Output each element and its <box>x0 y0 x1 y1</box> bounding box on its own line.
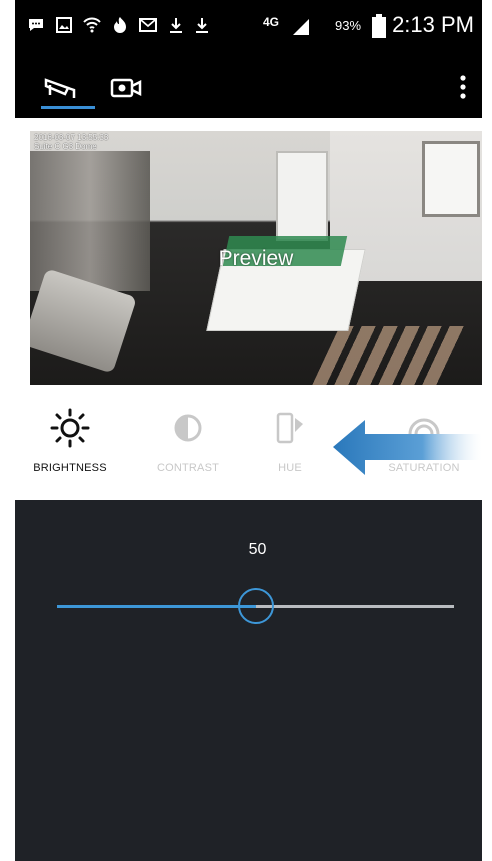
tab-active-indicator <box>41 106 95 109</box>
slider-track-fill <box>57 605 256 608</box>
preview-stamp: 2016-03-07 13:55:33 Suite C G3 Dome <box>34 133 108 151</box>
status-bar: 4G 93% 2:13 PM <box>15 0 482 56</box>
contrast-icon <box>174 414 202 442</box>
option-brightness-label: BRIGHTNESS <box>33 462 107 474</box>
camera-preview: 2016-03-07 13:55:33 Suite C G3 Dome Prev… <box>30 131 482 385</box>
preview-label: Preview <box>218 247 294 270</box>
option-brightness[interactable]: BRIGHTNESS <box>15 408 125 474</box>
network-type: 4G <box>263 15 280 29</box>
pointer-arrow-icon <box>333 420 482 475</box>
battery-icon <box>372 14 386 38</box>
slider-thumb[interactable] <box>237 588 274 624</box>
option-contrast-label: CONTRAST <box>156 462 220 474</box>
signal-icon <box>293 19 309 35</box>
overflow-menu-icon[interactable] <box>455 72 471 102</box>
clock: 2:13 PM <box>392 12 474 37</box>
preview-timestamp: 2016-03-07 13:55:33 <box>34 133 109 142</box>
slider-value: 50 <box>248 541 267 558</box>
sun-icon <box>50 408 90 448</box>
option-hue-label: HUE <box>278 462 302 474</box>
slider-panel: 50 <box>15 500 482 861</box>
gallery-icon <box>56 17 72 33</box>
preview-camera-name: Suite C G3 Dome <box>34 142 97 151</box>
battery-percentage: 93% <box>335 18 362 33</box>
chat-icon <box>29 19 43 31</box>
flame-icon <box>114 17 126 33</box>
hue-icon <box>276 412 303 444</box>
download-icon <box>170 18 182 33</box>
option-contrast[interactable]: CONTRAST <box>133 408 243 474</box>
option-hue[interactable]: HUE <box>235 408 345 474</box>
phone-screen: 4G 93% 2:13 PM 2016-03-07 13:55:33 Suite… <box>15 0 482 861</box>
video-camera-icon[interactable] <box>110 76 144 100</box>
mail-icon <box>139 18 157 32</box>
download-icon <box>196 18 208 33</box>
cctv-camera-icon[interactable] <box>42 72 82 102</box>
wifi-icon <box>83 17 101 33</box>
